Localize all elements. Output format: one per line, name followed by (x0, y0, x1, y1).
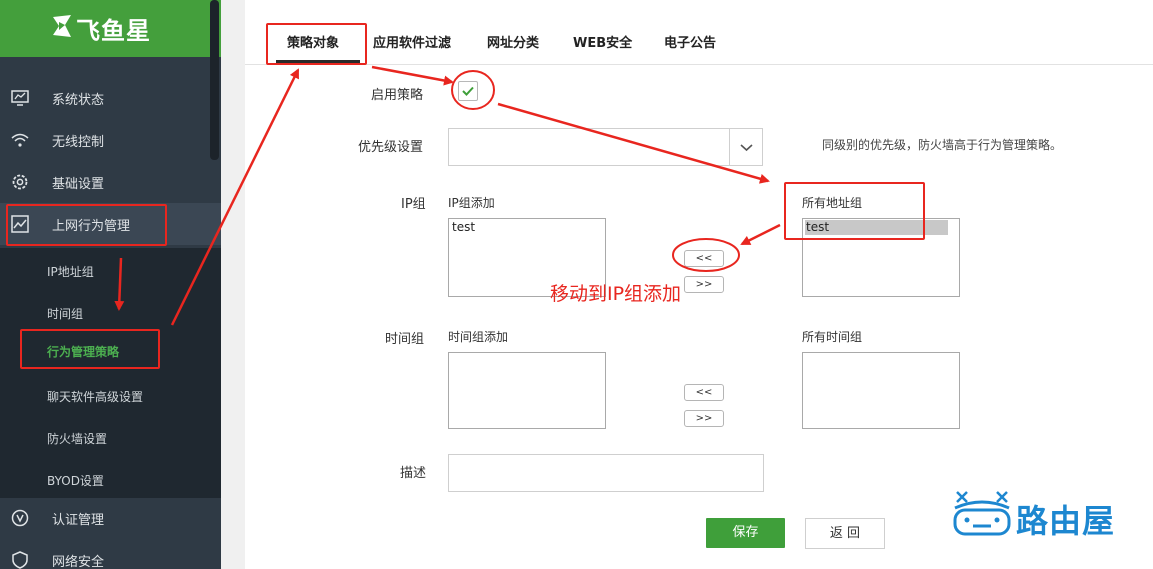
annotation-arrows (114, 65, 781, 326)
watermark-router-icon (953, 491, 1011, 536)
watermark-text: 路由屋 (1016, 502, 1116, 540)
annotation-circle-checkbox (451, 70, 495, 110)
annotation-circle-move (672, 238, 740, 272)
